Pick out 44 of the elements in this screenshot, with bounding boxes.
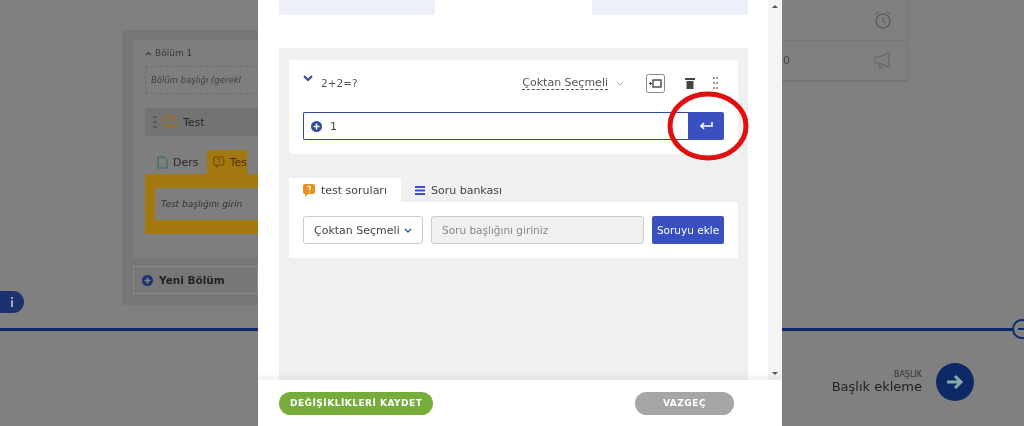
chevron-icon xyxy=(404,227,412,233)
next-button[interactable] xyxy=(936,363,974,401)
step-title: Başlık ekleme xyxy=(831,379,922,394)
quiz-icon xyxy=(163,115,177,129)
lesson-item[interactable]: Test xyxy=(145,108,258,136)
add-question-button[interactable]: Soruyu ekle xyxy=(652,216,724,244)
question-type-dropdown[interactable]: Çoktan Seçmeli xyxy=(522,76,608,90)
question-title: 2+2=? xyxy=(321,77,358,89)
megaphone-icon xyxy=(873,51,893,70)
plus-icon xyxy=(311,120,322,132)
caret-icon xyxy=(616,80,624,86)
question-type-select[interactable]: Çoktan Seçmeli xyxy=(303,216,423,244)
content-type-tab[interactable]: Tes xyxy=(207,150,247,174)
document-icon xyxy=(157,155,168,169)
answer-field[interactable]: 1 xyxy=(303,112,688,140)
list-icon xyxy=(414,185,425,195)
question-icon xyxy=(303,183,315,197)
row-text: 0 xyxy=(783,53,790,67)
item-label: Test xyxy=(183,115,205,129)
cancel-button[interactable]: VAZGEÇ xyxy=(635,391,734,415)
trash-icon[interactable] xyxy=(685,77,695,89)
scrollbar[interactable] xyxy=(768,0,782,380)
new-section-button[interactable]: Yeni Bölüm xyxy=(133,266,258,294)
test-title-field[interactable]: Test başlığını girin xyxy=(155,188,258,220)
step-caption: BAŞLIK xyxy=(893,370,922,379)
enter-button[interactable] xyxy=(688,112,724,140)
save-changes-button[interactable]: DEĞİŞİKLİKLERİ KAYDET xyxy=(279,391,434,415)
content-type-tab[interactable]: Ders xyxy=(145,150,207,174)
chevron-icon[interactable] xyxy=(303,74,313,82)
scroll-up-icon[interactable] xyxy=(772,4,778,8)
scroll-down-icon[interactable] xyxy=(772,372,778,376)
info-icon[interactable] xyxy=(0,291,24,313)
add-image-icon[interactable] xyxy=(646,73,665,93)
chevron-up-icon[interactable] xyxy=(145,50,152,56)
drag-handle-icon[interactable] xyxy=(713,77,718,89)
quiz-icon xyxy=(213,155,225,169)
question-source-tab[interactable]: test soruları xyxy=(289,178,401,202)
section-title: Bölüm 1 xyxy=(155,48,193,58)
arrow-right-icon xyxy=(945,373,965,391)
question-source-tab[interactable]: Soru bankası xyxy=(400,178,517,202)
question-title-field[interactable]: Soru başlığını giriniz xyxy=(431,216,644,244)
alarm-clock-icon xyxy=(873,10,893,29)
plus-icon xyxy=(142,274,153,286)
return-icon xyxy=(699,121,713,131)
